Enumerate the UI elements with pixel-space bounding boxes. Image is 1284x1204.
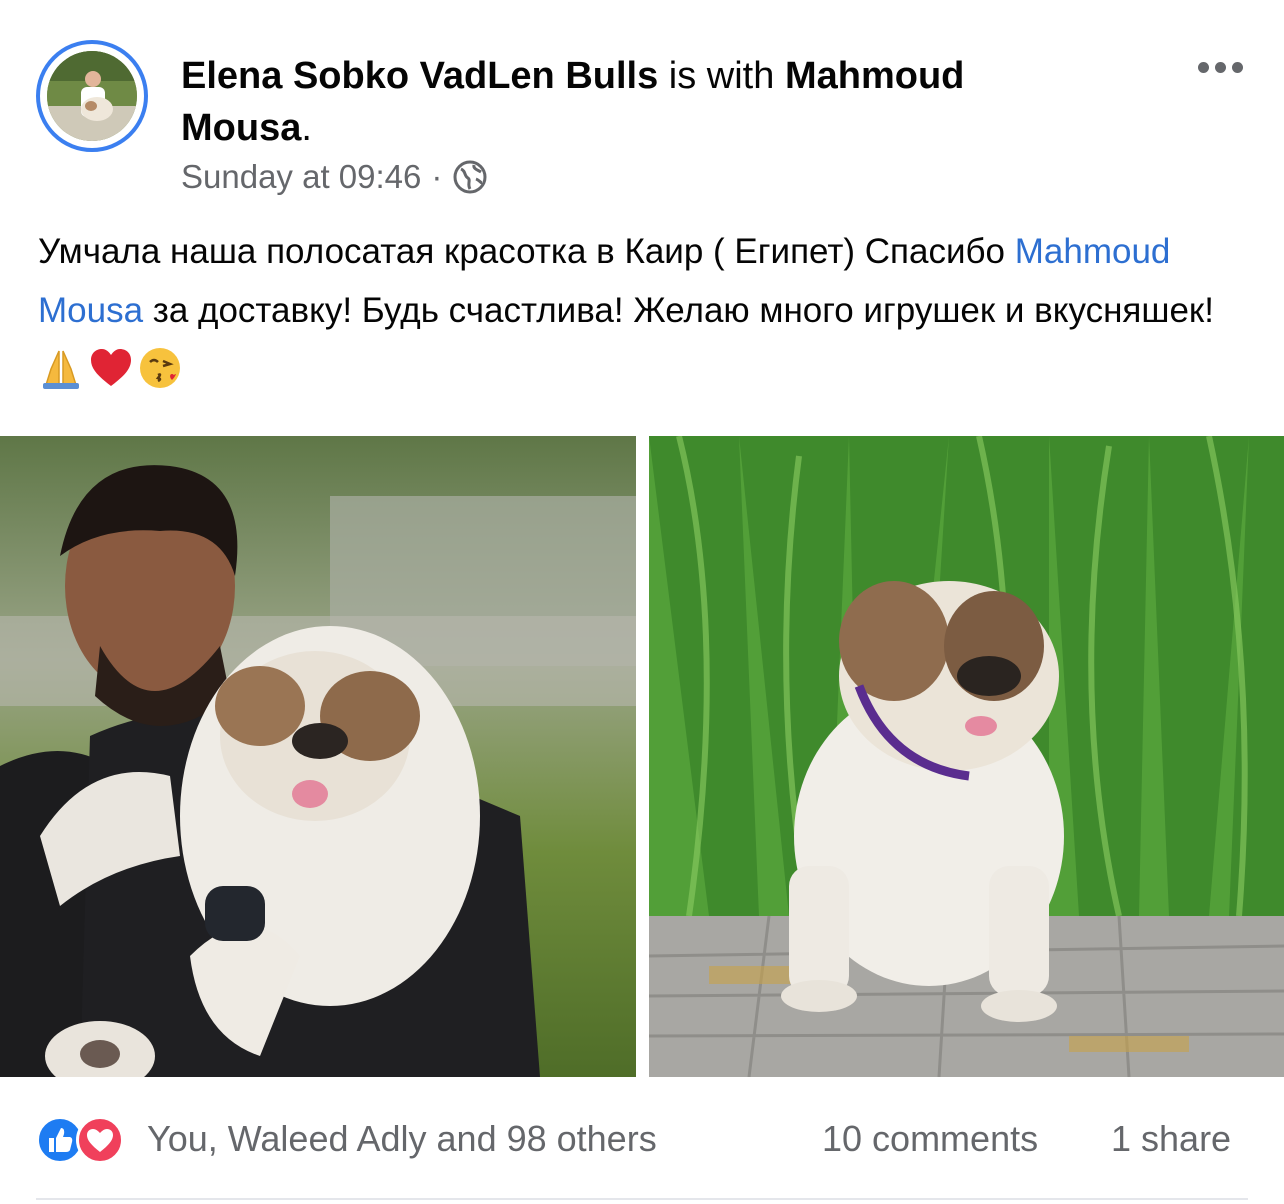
with-text: is with <box>658 55 785 97</box>
post-text-part2: за доставку! Будь счастлива! Желаю много… <box>143 291 1214 330</box>
avatar-image <box>47 51 137 141</box>
author-avatar[interactable] <box>36 40 148 152</box>
photo-bulldog-standing-grass[interactable] <box>649 436 1284 1077</box>
more-options-button[interactable] <box>1198 56 1250 78</box>
globe-icon[interactable] <box>452 159 488 195</box>
post-footer: You, Waleed Adly and 98 others 10 commen… <box>0 1104 1284 1184</box>
post-header: Elena Sobko VadLen Bulls is with Mahmoud… <box>0 0 1284 210</box>
red-heart-emoji <box>88 345 134 391</box>
meta-separator: · <box>431 158 443 195</box>
more-dot <box>1198 61 1209 73</box>
more-dot <box>1232 61 1243 73</box>
post-text-part1: Умчала наша полосатая красотка в Каир ( … <box>38 232 1015 271</box>
author-name[interactable]: Elena Sobko VadLen Bulls <box>181 55 658 97</box>
post-meta: Sunday at 09:46 · <box>181 158 488 196</box>
author-line-period: . <box>301 107 312 149</box>
footer-divider <box>36 1198 1248 1200</box>
reaction-summary[interactable] <box>36 1116 134 1166</box>
post-text: Умчала наша полосатая красотка в Каир ( … <box>38 222 1253 399</box>
folded-hands-emoji <box>38 345 84 391</box>
post-timestamp[interactable]: Sunday at 09:46 <box>181 158 421 196</box>
photo-man-holding-bulldog[interactable] <box>0 436 636 1077</box>
kissing-face-emoji <box>138 345 184 391</box>
likers-text[interactable]: You, Waleed Adly and 98 others <box>147 1118 657 1160</box>
more-dot <box>1215 61 1226 73</box>
love-icon <box>76 1116 124 1164</box>
comments-count[interactable]: 10 comments <box>822 1118 1038 1160</box>
shares-count[interactable]: 1 share <box>1111 1118 1231 1160</box>
author-line: Elena Sobko VadLen Bulls is with Mahmoud… <box>181 50 1081 154</box>
